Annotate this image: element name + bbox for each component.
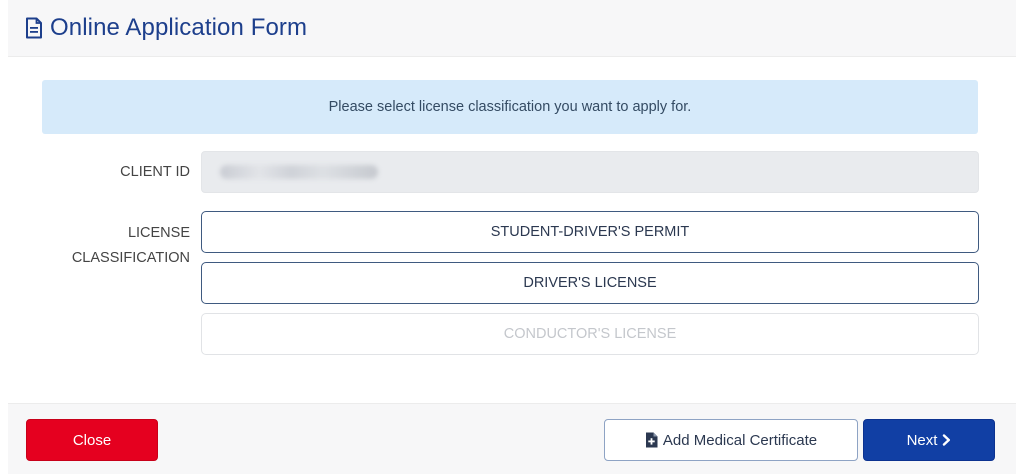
license-label-line2: CLASSIFICATION [71,250,190,266]
page-title: Online Application Form [50,14,308,41]
notice-text: Please select license classification you… [328,99,692,115]
add-medical-certificate-button[interactable]: Add Medical Certificate [604,419,858,461]
option-conductors-license: CONDUCTOR'S LICENSE [201,313,979,355]
info-notice: Please select license classification you… [42,80,978,134]
option-student-drivers-permit[interactable]: STUDENT-DRIVER'S PERMIT [201,211,979,253]
license-classification-label: LICENSE CLASSIFICATION [48,221,190,271]
medical-file-icon [645,432,658,448]
client-id-label: CLIENT ID [120,164,190,180]
close-button-label: Close [72,431,112,449]
add-medical-certificate-label: Add Medical Certificate [662,431,818,449]
chevron-right-icon [942,434,951,446]
application-modal: Online Application Form Please select li… [8,0,1016,474]
close-button[interactable]: Close [26,419,158,461]
next-button[interactable]: Next [863,419,995,461]
redacted-value [220,165,378,179]
client-id-field [201,151,979,193]
modal-header: Online Application Form [8,0,1016,57]
option-drivers-license[interactable]: DRIVER'S LICENSE [201,262,979,304]
document-icon [24,17,44,39]
next-button-label: Next [906,431,938,449]
license-label-line1: LICENSE [127,225,190,241]
modal-footer: Close Add Medical Certificate Next [8,403,1016,474]
